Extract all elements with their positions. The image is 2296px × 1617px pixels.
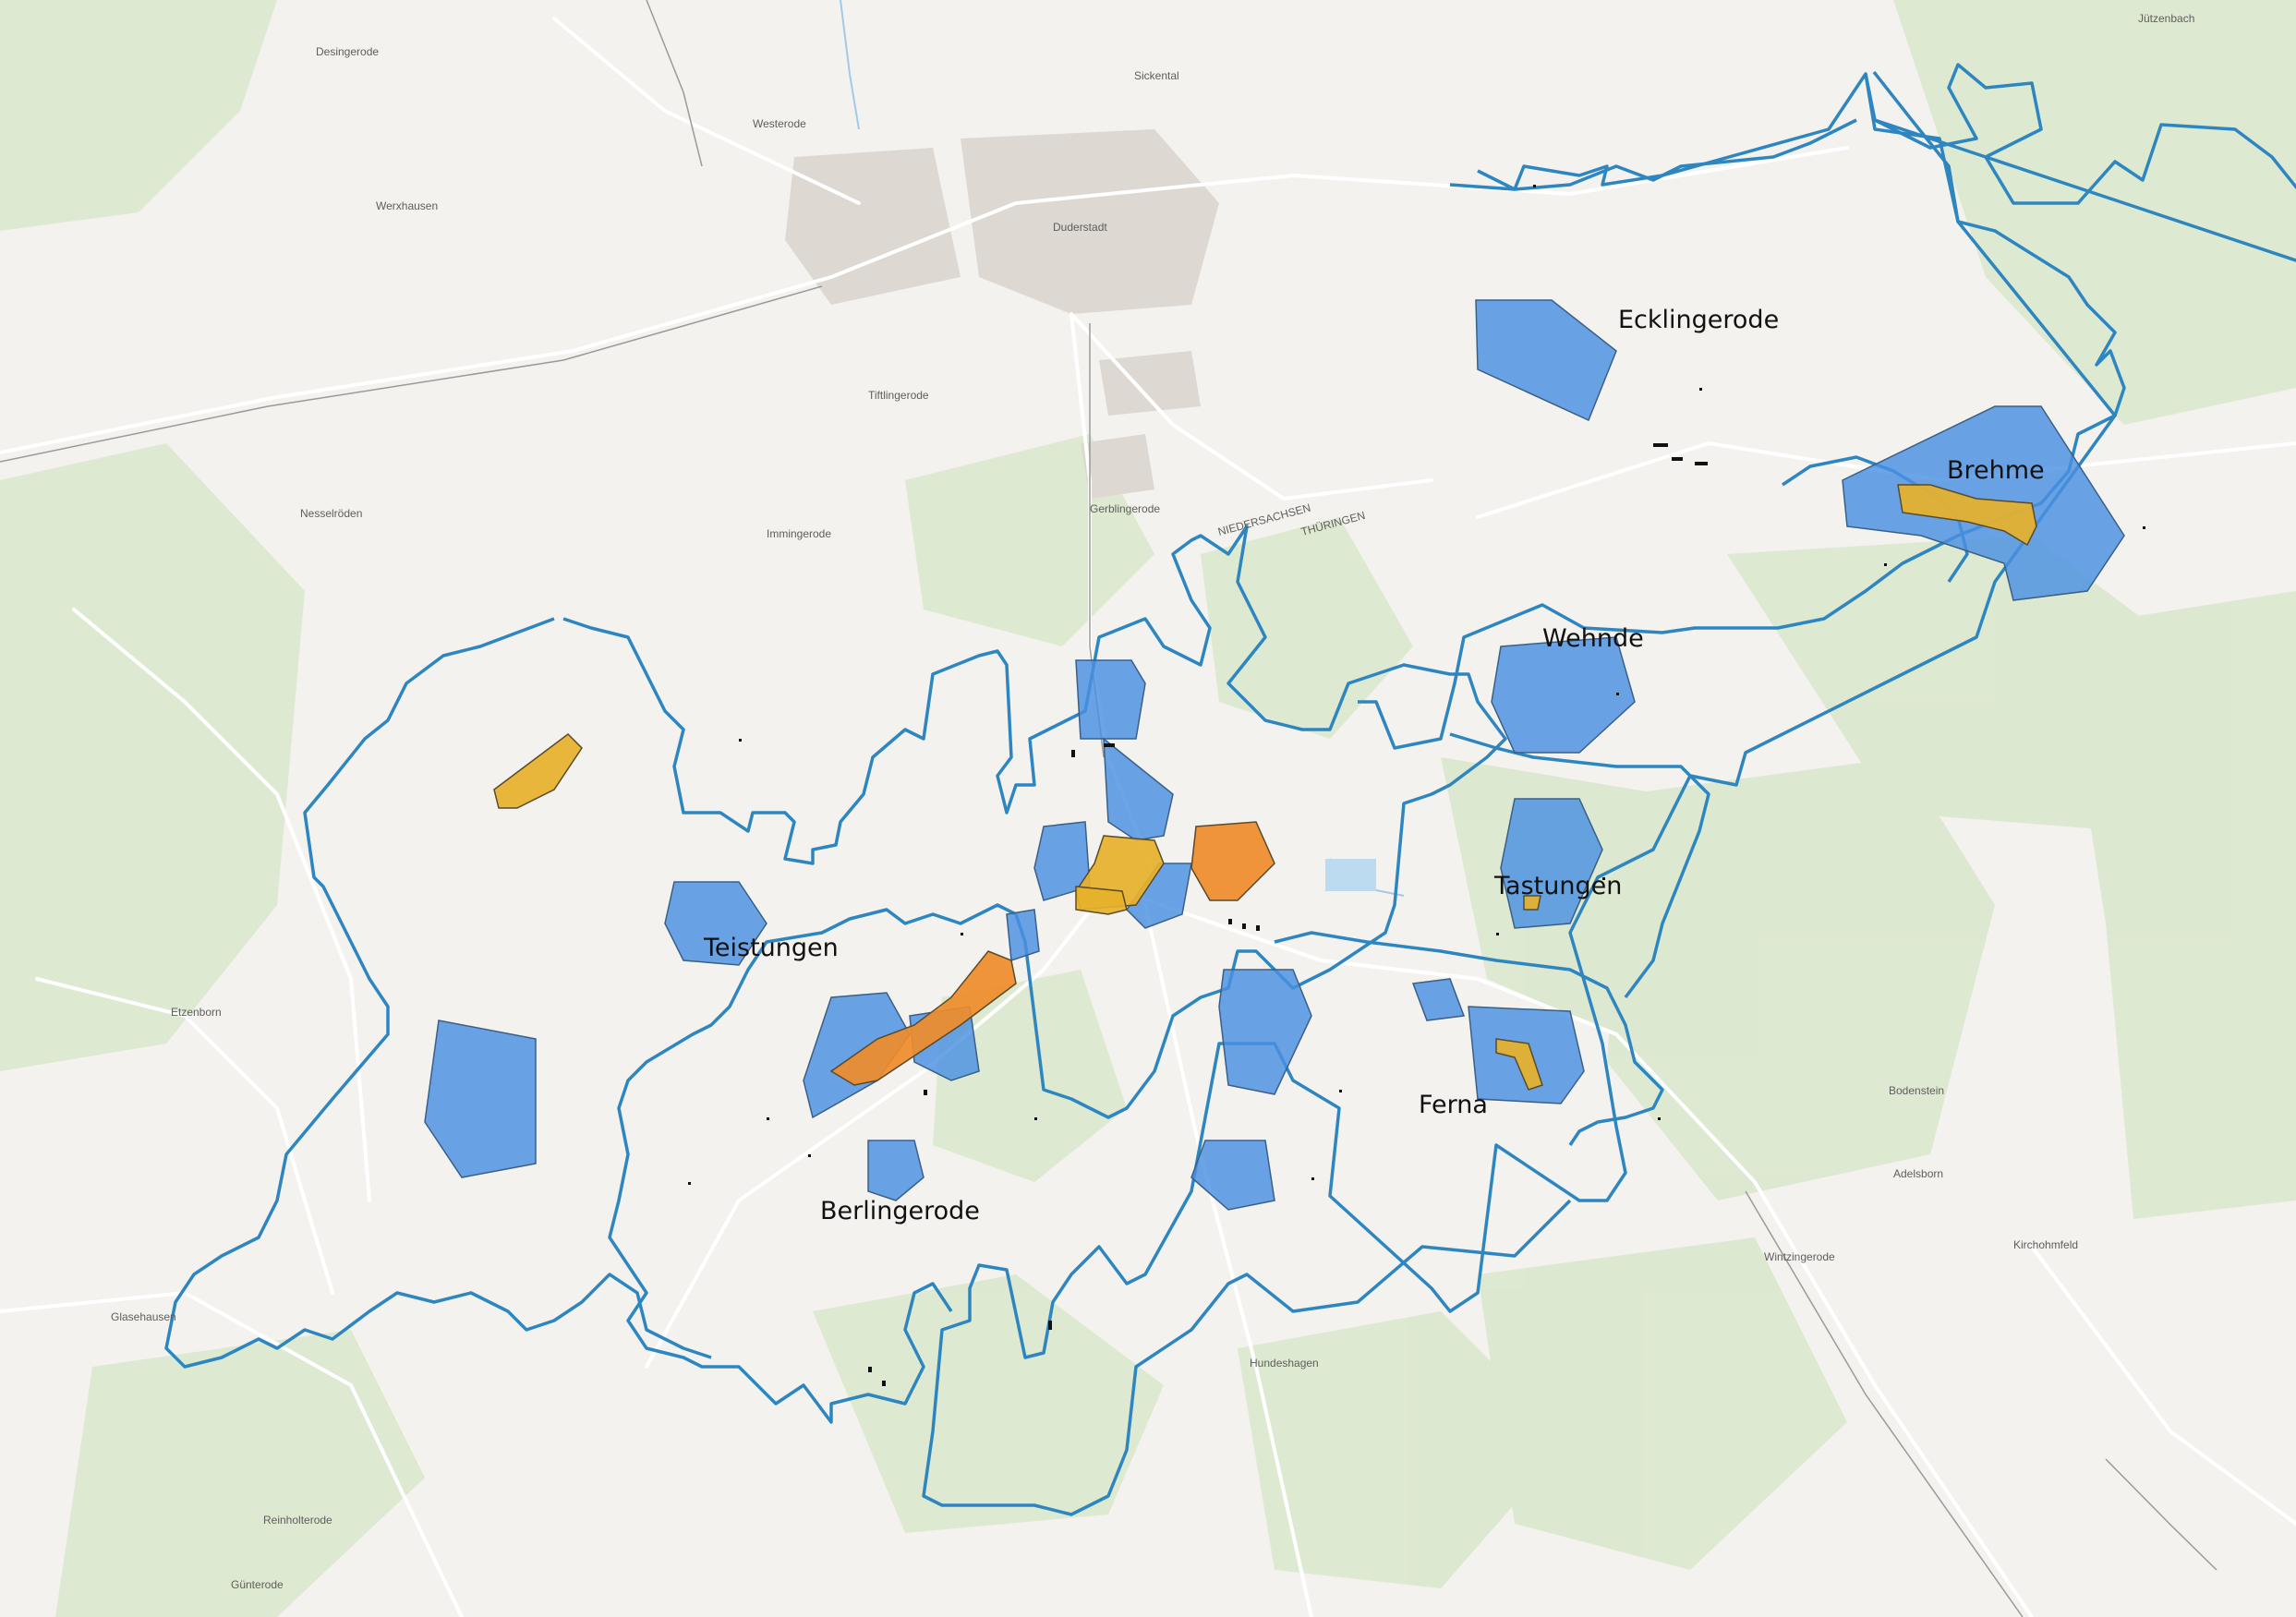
settlement-north-center (1075, 659, 1146, 740)
label-adelsborn: Adelsborn (1893, 1167, 1943, 1180)
label-gerblingerode: Gerblingerode (1090, 502, 1160, 515)
label-glasehausen: Glasehausen (111, 1310, 176, 1323)
label-juetzenbach: Jützenbach (2138, 12, 2194, 25)
label-nesselroden: Nesselröden (300, 507, 362, 520)
label-kirchohmfeld: Kirchohmfeld (2013, 1238, 2078, 1251)
place-label-ferna: Ferna (1419, 1091, 1488, 1119)
label-sickental: Sickental (1134, 69, 1179, 82)
label-westerode: Westerode (753, 117, 806, 130)
label-bodenstein: Bodenstein (1889, 1084, 1944, 1097)
label-desingerode: Desingerode (316, 45, 379, 58)
place-label-wehnde: Wehnde (1542, 624, 1644, 653)
label-wintzingerode: Wintzingerode (1764, 1250, 1835, 1263)
label-werxhausen: Werxhausen (376, 199, 438, 212)
settlement-small-west (1006, 909, 1040, 962)
label-etzenborn: Etzenborn (171, 1006, 222, 1019)
place-label-teistungen: Teistungen (703, 934, 839, 962)
label-hundeshagen: Hundeshagen (1250, 1357, 1319, 1370)
place-label-ecklingerode: Ecklingerode (1618, 306, 1779, 334)
map-canvas[interactable]: Desingerode Westerode Werxhausen Sickent… (0, 0, 2296, 1617)
reservoir-tastungen (1325, 859, 1376, 891)
label-tiftlingerode: Tiftlingerode (868, 389, 929, 402)
label-guenterode: Günterode (231, 1578, 284, 1591)
label-reinholterode: Reinholterode (263, 1514, 332, 1526)
label-duderstadt: Duderstadt (1053, 221, 1107, 234)
yellow-area-center-west (1075, 886, 1128, 915)
place-label-tastungen: Tastungen (1493, 872, 1622, 900)
label-immingerode: Immingerode (767, 527, 831, 540)
place-label-brehme: Brehme (1947, 456, 2045, 485)
place-label-berlingerode: Berlingerode (820, 1197, 980, 1225)
